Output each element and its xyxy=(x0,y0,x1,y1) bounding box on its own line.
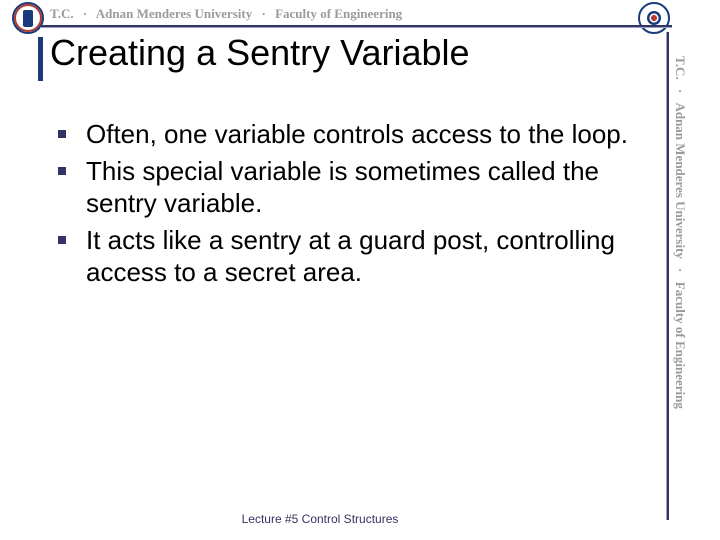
square-bullet-icon xyxy=(58,130,66,138)
banner-tc: T.C. xyxy=(50,6,74,21)
square-bullet-icon xyxy=(58,167,66,175)
banner-university-side: Adnan Menderes University xyxy=(673,102,688,258)
gear-icon xyxy=(647,11,661,25)
faculty-seal-icon xyxy=(638,2,670,34)
separator-icon: · xyxy=(673,268,688,272)
shield-icon xyxy=(23,10,33,27)
top-divider-inner xyxy=(40,27,672,28)
bullet-text: This special variable is sometimes calle… xyxy=(86,156,599,219)
slide-title: Creating a Sentry Variable xyxy=(50,32,650,74)
bullet-text: It acts like a sentry at a guard post, c… xyxy=(86,225,615,288)
banner-tc-side: T.C. xyxy=(673,56,688,80)
banner-faculty: Faculty of Engineering xyxy=(275,6,402,21)
right-divider xyxy=(667,32,669,520)
list-item: Often, one variable controls access to t… xyxy=(58,118,640,151)
title-accent-bar xyxy=(38,37,43,81)
bullet-text: Often, one variable controls access to t… xyxy=(86,119,628,149)
top-banner: T.C. · Adnan Menderes University · Facul… xyxy=(50,6,662,22)
banner-faculty-side: Faculty of Engineering xyxy=(673,282,688,409)
separator-icon: · xyxy=(83,6,87,21)
right-banner: T.C. · Adnan Menderes University · Facul… xyxy=(671,56,688,512)
bullet-list: Often, one variable controls access to t… xyxy=(58,118,640,289)
right-divider-inner xyxy=(666,32,667,520)
list-item: This special variable is sometimes calle… xyxy=(58,155,640,220)
slide-body: Often, one variable controls access to t… xyxy=(58,118,640,293)
slide: T.C. · Adnan Menderes University · Facul… xyxy=(0,0,720,540)
square-bullet-icon xyxy=(58,236,66,244)
banner-university: Adnan Menderes University xyxy=(96,6,252,21)
separator-icon: · xyxy=(673,89,688,93)
slide-footer: Lecture #5 Control Structures xyxy=(0,512,640,526)
university-seal-icon xyxy=(12,2,44,34)
separator-icon: · xyxy=(261,6,265,21)
list-item: It acts like a sentry at a guard post, c… xyxy=(58,224,640,289)
